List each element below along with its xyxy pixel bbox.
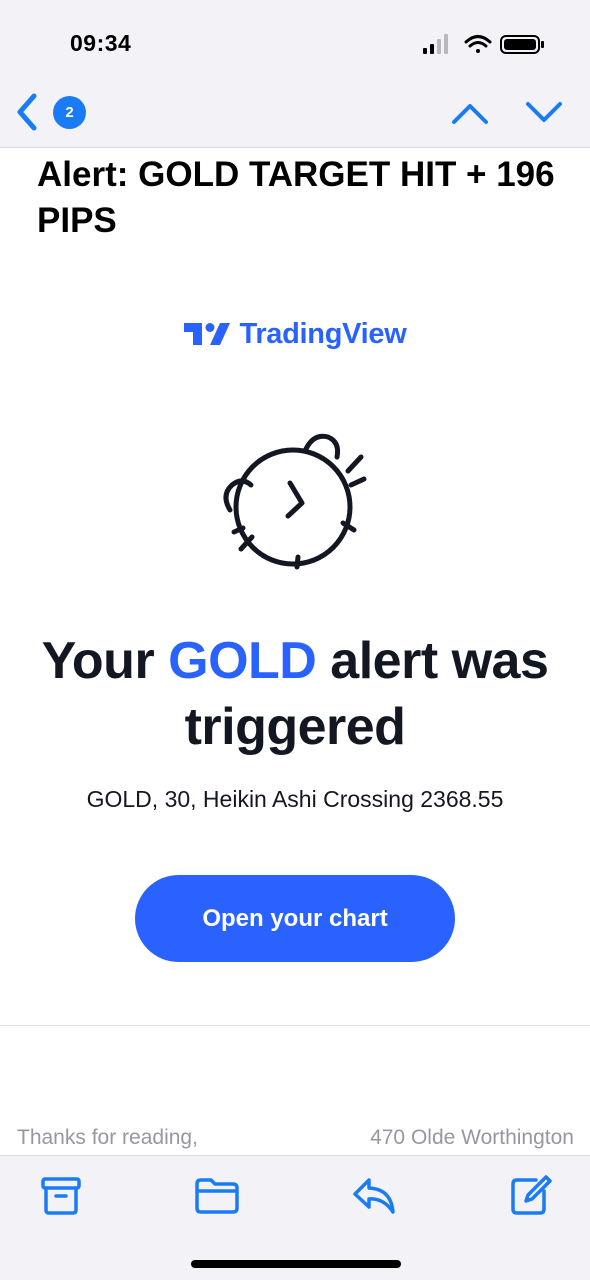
archive-icon[interactable] xyxy=(39,1174,85,1216)
tradingview-logo[interactable]: TradingView xyxy=(0,312,590,356)
cellular-signal-icon xyxy=(423,34,448,54)
folder-icon[interactable] xyxy=(194,1174,240,1216)
chevron-left-icon[interactable] xyxy=(12,92,42,132)
status-time: 09:34 xyxy=(70,30,132,56)
tradingview-mark-icon xyxy=(183,323,230,345)
wifi-icon xyxy=(464,35,492,53)
alert-headline: Your GOLD alert was triggered xyxy=(0,628,590,760)
alarm-clock-icon xyxy=(223,433,367,570)
alert-detail: GOLD, 30, Heikin Ashi Crossing 2368.55 xyxy=(86,786,504,812)
footer-address: 470 Olde Worthington xyxy=(370,1126,574,1149)
home-indicator[interactable] xyxy=(191,1260,401,1268)
email-subject: Alert: GOLD TARGET HIT + 196 PIPS xyxy=(37,155,555,240)
chevron-down-icon[interactable] xyxy=(524,98,564,128)
status-icons xyxy=(423,34,544,54)
open-chart-button[interactable]: Open your chart xyxy=(135,875,455,962)
chevron-up-icon[interactable] xyxy=(450,98,490,128)
reply-icon[interactable] xyxy=(351,1174,397,1216)
headline-symbol: GOLD xyxy=(168,632,317,690)
compose-icon[interactable] xyxy=(508,1174,554,1216)
unread-count-badge[interactable]: 2 xyxy=(53,96,86,129)
battery-icon xyxy=(500,35,544,54)
divider xyxy=(0,1025,590,1026)
top-bar: 09:34 2 xyxy=(0,0,590,148)
headline-text-start: Your xyxy=(41,632,169,690)
footer-thanks: Thanks for reading, xyxy=(17,1126,198,1149)
brand-name: TradingView xyxy=(239,317,407,350)
